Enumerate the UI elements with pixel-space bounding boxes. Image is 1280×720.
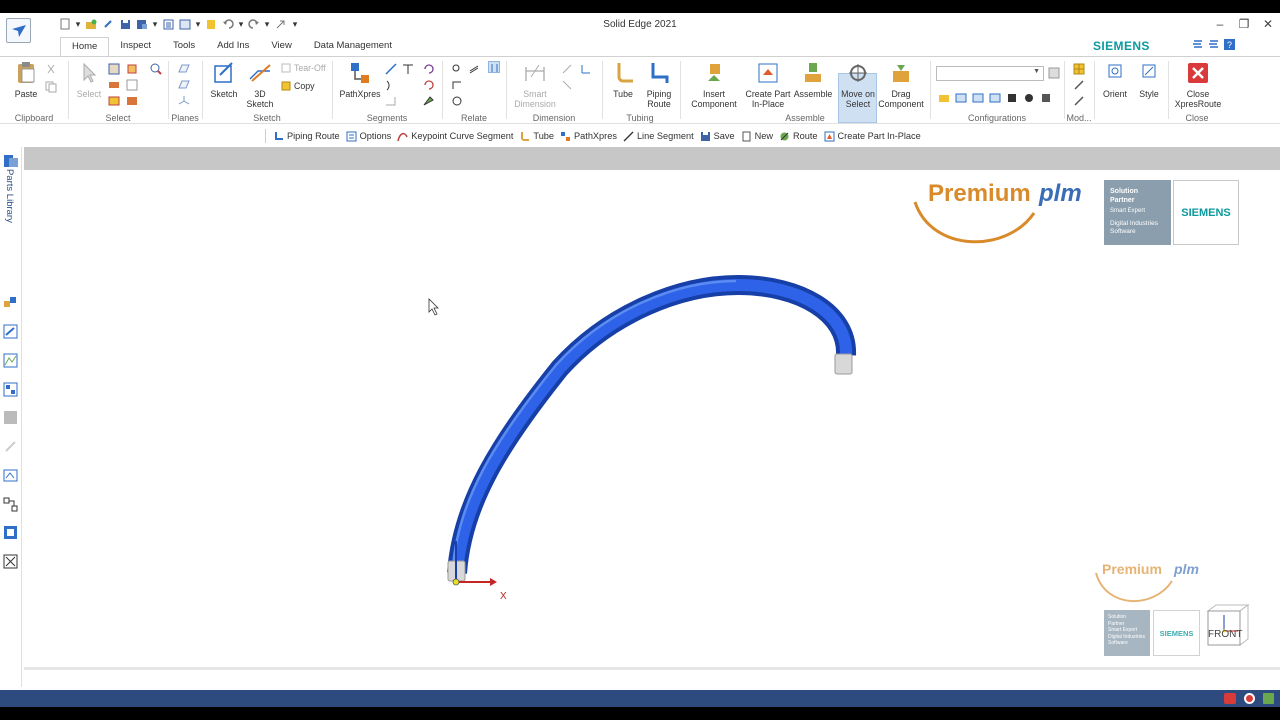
partner-line: Software bbox=[1108, 640, 1128, 646]
partner-line: Partner bbox=[1110, 196, 1135, 204]
view-cube-front-label: FRONT bbox=[1208, 629, 1243, 640]
partner-line: Software bbox=[1110, 228, 1136, 235]
status-bar-icons bbox=[1224, 693, 1274, 704]
premium-plm-logo: Premium plm bbox=[912, 178, 1102, 248]
solid-edge-window: ▾ ▾ ▾ ▾ ▾ ▾ Solid Edge 2021 – ❐ ✕ Home I… bbox=[0, 13, 1280, 707]
download-icon[interactable] bbox=[1263, 693, 1274, 704]
siemens-partner-badge: SIEMENS bbox=[1173, 180, 1239, 245]
partner-line: Solution bbox=[1110, 188, 1138, 195]
mouse-cursor-icon bbox=[428, 298, 439, 316]
partner-line: Smart Expert bbox=[1110, 208, 1146, 214]
logo-premium-text: Premium bbox=[1102, 561, 1162, 577]
record-video-icon[interactable] bbox=[1224, 693, 1236, 704]
triad-x-arrow bbox=[490, 578, 497, 586]
logo-plm-text: plm bbox=[1039, 180, 1082, 207]
solution-partner-badge-watermark: Solution Partner Smart Expert Digital In… bbox=[1104, 610, 1150, 656]
triad-x-label: X bbox=[500, 591, 507, 602]
view-cube[interactable] bbox=[1204, 603, 1250, 653]
solution-partner-badge: Solution Partner Smart Expert Digital In… bbox=[1104, 180, 1171, 245]
logo-plm-text: plm bbox=[1174, 561, 1199, 577]
tube-model-highlight bbox=[451, 278, 852, 574]
partner-line: Digital Industries bbox=[1110, 219, 1159, 227]
logo-premium-text: Premium bbox=[928, 180, 1031, 207]
siemens-partner-badge-watermark: SIEMENS bbox=[1153, 610, 1200, 656]
triad-origin bbox=[452, 578, 460, 586]
model-view bbox=[428, 274, 856, 586]
stop-recording-icon[interactable] bbox=[1244, 693, 1255, 704]
status-bar bbox=[0, 690, 1280, 707]
graphics-bottom-border bbox=[24, 667, 1280, 670]
tube-end-fitting-top bbox=[834, 353, 853, 375]
premium-plm-logo-watermark: Premium plm bbox=[1094, 561, 1214, 606]
